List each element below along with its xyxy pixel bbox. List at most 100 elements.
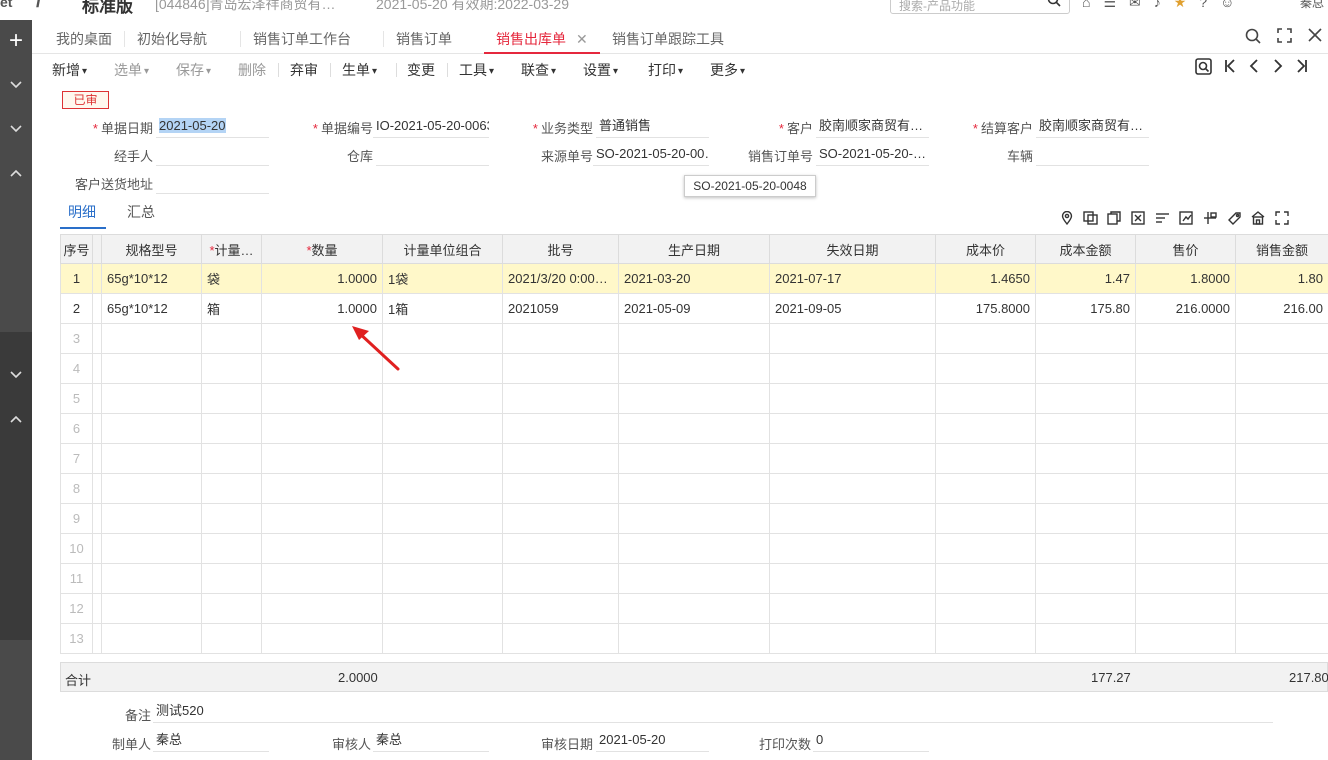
cell-qty[interactable]: 1.0000 <box>261 263 383 294</box>
col-header-prod-date[interactable]: 生产日期 <box>618 234 770 264</box>
cell-price[interactable]: 1.8000 <box>1135 263 1236 294</box>
table-row[interactable]: 9 <box>60 503 1328 534</box>
col-header-unit-combo[interactable]: 计量单位组合 <box>382 234 503 264</box>
link-query-button[interactable]: 联查 ▾ <box>521 60 556 80</box>
grid-cell[interactable] <box>769 563 936 594</box>
grid-cell[interactable] <box>1135 503 1236 534</box>
grid-cell[interactable] <box>261 623 383 654</box>
remark-field[interactable]: 测试520 <box>153 701 1273 723</box>
grid-cell[interactable] <box>1135 473 1236 504</box>
grid-cell[interactable] <box>1035 593 1136 624</box>
grid-cell[interactable] <box>261 383 383 414</box>
grid-cell[interactable] <box>1135 593 1236 624</box>
grid-cell[interactable] <box>382 593 503 624</box>
grid-cell[interactable] <box>1235 593 1328 624</box>
grid-cell[interactable] <box>769 383 936 414</box>
change-button[interactable]: 变更 <box>407 60 435 80</box>
grid-cell[interactable] <box>502 533 619 564</box>
message-icon[interactable]: ✉ <box>1129 0 1141 11</box>
tab-sales-order-workbench[interactable]: 销售订单工作台 <box>241 24 363 54</box>
grid-cell[interactable] <box>261 413 383 444</box>
col-header-cost-price[interactable]: 成本价 <box>935 234 1036 264</box>
grid-cell[interactable] <box>502 473 619 504</box>
tab-order-tracking[interactable]: 销售订单跟踪工具 <box>600 24 736 54</box>
table-row[interactable]: 2 65g*10*12 箱 1.0000 1箱 2021059 2021-05-… <box>60 293 1328 324</box>
table-row[interactable]: 7 <box>60 443 1328 474</box>
grid-cell[interactable] <box>1135 563 1236 594</box>
tab-my-desktop[interactable]: 我的桌面 <box>44 24 124 54</box>
grid-cell[interactable] <box>382 383 503 414</box>
grid-cell[interactable] <box>382 443 503 474</box>
grid-cell[interactable] <box>1135 383 1236 414</box>
grid-cell[interactable] <box>101 593 202 624</box>
grid-cell[interactable] <box>201 413 262 444</box>
cell-exp-date[interactable]: 2021-07-17 <box>769 263 936 294</box>
export-icon[interactable] <box>1179 211 1194 228</box>
grid-cell[interactable] <box>1035 533 1136 564</box>
grid-cell[interactable] <box>769 623 936 654</box>
grid-cell[interactable] <box>101 353 202 384</box>
grid-cell[interactable] <box>382 503 503 534</box>
first-record-icon[interactable] <box>1224 58 1236 80</box>
grid-cell[interactable] <box>935 563 1036 594</box>
grid-cell[interactable] <box>101 533 202 564</box>
grid-cell[interactable] <box>935 413 1036 444</box>
grid-cell[interactable] <box>935 323 1036 354</box>
grid-cell[interactable] <box>101 383 202 414</box>
table-row[interactable]: 1 65g*10*12 袋 1.0000 1袋 2021/3/20 0:00… … <box>60 263 1328 294</box>
bell-icon[interactable]: ♪ <box>1154 0 1161 11</box>
table-row[interactable]: 13 <box>60 623 1328 654</box>
grid-cell[interactable] <box>618 443 770 474</box>
cell-spec[interactable]: 65g*10*12 <box>101 263 202 294</box>
grid-cell[interactable] <box>201 473 262 504</box>
cell-prod-date[interactable]: 2021-05-09 <box>618 293 770 324</box>
customer-field[interactable]: 胶南顺家商贸有… <box>816 116 929 138</box>
cell-unit[interactable]: 箱 <box>201 293 262 324</box>
close-icon[interactable] <box>1308 28 1322 49</box>
cell-unit-combo[interactable]: 1袋 <box>382 263 503 294</box>
grid-cell[interactable] <box>382 623 503 654</box>
more-button[interactable]: 更多 ▾ <box>710 60 745 80</box>
grid-cell[interactable] <box>618 353 770 384</box>
grid-cell[interactable] <box>1035 323 1136 354</box>
grid-cell[interactable] <box>769 353 936 384</box>
col-header-idx[interactable]: 序号 <box>60 234 93 264</box>
tab-summary[interactable]: 汇总 <box>127 202 155 222</box>
grid-cell[interactable] <box>201 623 262 654</box>
grid-cell[interactable] <box>502 413 619 444</box>
warehouse-field[interactable] <box>376 144 489 166</box>
save-button[interactable]: 保存 ▾ <box>176 60 211 80</box>
add-menu-icon[interactable]: + <box>0 26 32 60</box>
previous-record-icon[interactable] <box>1248 58 1260 80</box>
grid-cell[interactable] <box>618 473 770 504</box>
cell-cost-amount[interactable]: 175.80 <box>1035 293 1136 324</box>
grid-cell[interactable] <box>502 353 619 384</box>
grid-cell[interactable] <box>1235 443 1328 474</box>
address-field[interactable] <box>156 172 269 194</box>
grid-cell[interactable] <box>1035 413 1136 444</box>
grid-cell[interactable] <box>935 593 1036 624</box>
cell-batch[interactable]: 2021059 <box>502 293 619 324</box>
grid-cell[interactable] <box>1235 563 1328 594</box>
user-name[interactable]: 秦总 <box>1300 0 1324 11</box>
grid-cell[interactable] <box>1135 533 1236 564</box>
tab-sales-outbound[interactable]: 销售出库单 ✕ <box>484 24 600 54</box>
grid-cell[interactable] <box>101 413 202 444</box>
grid-cell[interactable] <box>101 623 202 654</box>
grid-cell[interactable] <box>1035 353 1136 384</box>
cell-sales-amount[interactable]: 1.80 <box>1235 263 1328 294</box>
warehouse-icon[interactable] <box>1251 211 1266 228</box>
tab-init-guide[interactable]: 初始化导航 <box>125 24 219 54</box>
grid-cell[interactable] <box>502 593 619 624</box>
grid-cell[interactable] <box>935 623 1036 654</box>
filter-icon[interactable] <box>1155 211 1170 228</box>
cell-sales-amount[interactable]: 216.00 <box>1235 293 1328 324</box>
cell-unit[interactable]: 袋 <box>201 263 262 294</box>
settings-button[interactable]: 设置 ▾ <box>583 60 618 80</box>
grid-cell[interactable] <box>382 563 503 594</box>
search-icon[interactable] <box>1245 28 1261 49</box>
grid-cell[interactable] <box>101 443 202 474</box>
grid-cell[interactable] <box>502 443 619 474</box>
grid-cell[interactable] <box>201 593 262 624</box>
table-row[interactable]: 4 <box>60 353 1328 384</box>
